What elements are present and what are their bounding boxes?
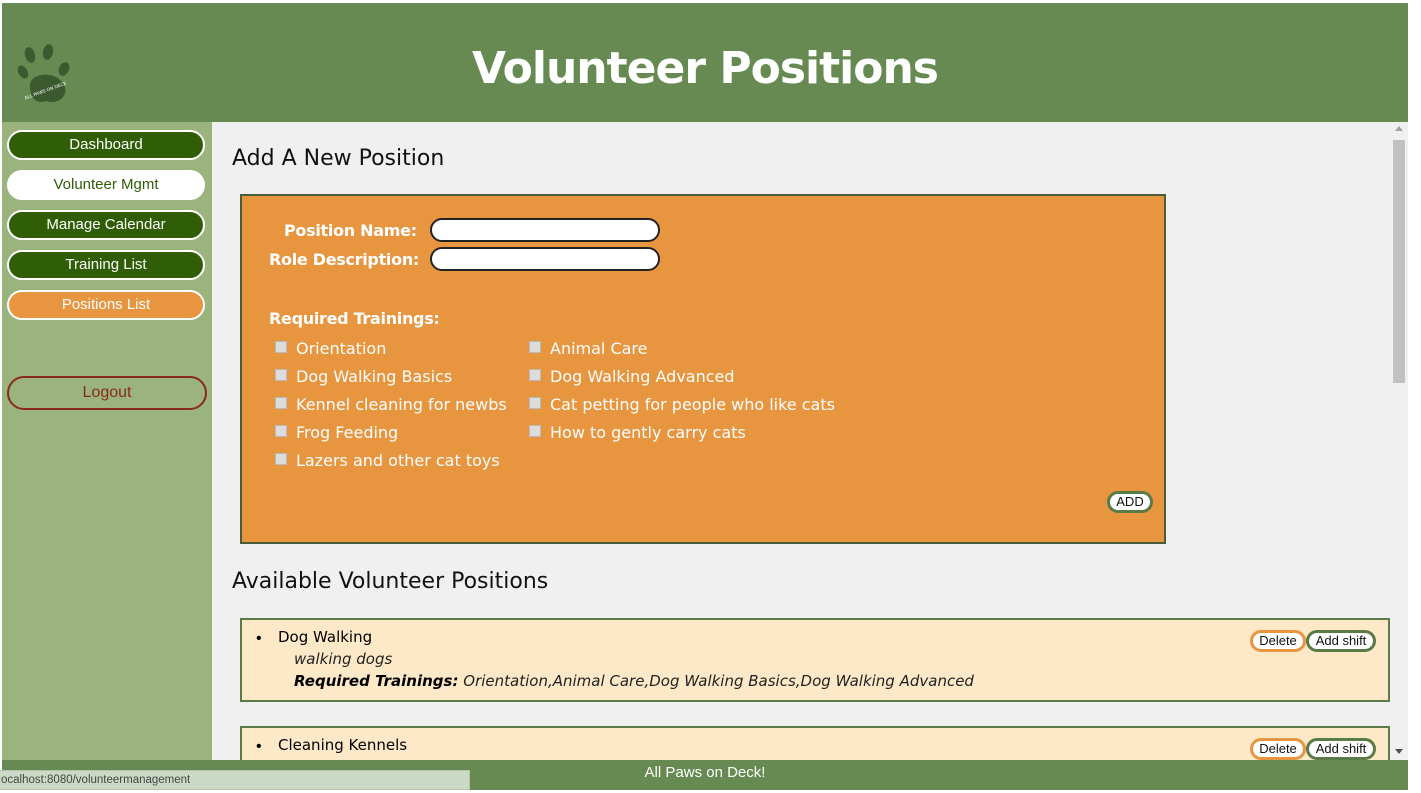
checkbox-icon[interactable]	[275, 397, 287, 409]
training-checkbox-lazers[interactable]: Lazers and other cat toys	[275, 450, 500, 472]
required-trainings-label: Required Trainings:	[294, 672, 459, 690]
training-label: Orientation	[296, 339, 387, 358]
scroll-thumb[interactable]	[1393, 140, 1405, 383]
trainings-list: Orientation,Animal Care,Dog Walking Basi…	[463, 672, 974, 690]
delete-button[interactable]: Delete	[1250, 630, 1306, 652]
position-trainings: Required Trainings: Orientation,Animal C…	[294, 672, 974, 690]
main-content: Add A New Position Position Name: Role D…	[212, 122, 1392, 760]
position-description: walking dogs	[294, 650, 393, 668]
add-shift-button[interactable]: Add shift	[1306, 738, 1376, 760]
training-checkbox-orientation[interactable]: Orientation	[275, 338, 386, 360]
vertical-scrollbar[interactable]	[1390, 122, 1408, 760]
training-label: Animal Care	[550, 339, 648, 358]
checkbox-icon[interactable]	[529, 341, 541, 353]
checkbox-icon[interactable]	[529, 369, 541, 381]
page-title: Volunteer Positions	[472, 43, 939, 94]
training-checkbox-frog-feeding[interactable]: Frog Feeding	[275, 422, 398, 444]
role-description-input[interactable]	[430, 247, 660, 271]
scroll-down-arrow-icon[interactable]	[1395, 749, 1403, 754]
checkbox-icon[interactable]	[275, 369, 287, 381]
checkbox-icon[interactable]	[275, 453, 287, 465]
add-shift-button[interactable]: Add shift	[1306, 630, 1376, 652]
logout-button[interactable]: Logout	[7, 376, 207, 410]
sidebar-item-positions-list[interactable]: Positions List	[7, 290, 205, 320]
position-name-input[interactable]	[430, 218, 660, 242]
training-label: Dog Walking Basics	[296, 367, 453, 386]
sidebar-item-dashboard[interactable]: Dashboard	[7, 130, 205, 160]
browser-status-bar: ocalhost:8080/volunteermanagement	[0, 770, 470, 790]
available-positions-title: Available Volunteer Positions	[232, 569, 549, 594]
checkbox-icon[interactable]	[529, 425, 541, 437]
training-checkbox-kennel-cleaning[interactable]: Kennel cleaning for newbs	[275, 394, 507, 416]
training-checkbox-cat-petting[interactable]: Cat petting for people who like cats	[529, 394, 835, 416]
bullet: •	[256, 738, 262, 755]
add-position-title: Add A New Position	[232, 146, 445, 171]
training-label: Kennel cleaning for newbs	[296, 395, 507, 414]
sidebar-item-training-list[interactable]: Training List	[7, 250, 205, 280]
position-name: Cleaning Kennels	[278, 736, 408, 754]
training-label: Frog Feeding	[296, 423, 399, 442]
sidebar: Dashboard Volunteer Mgmt Manage Calendar…	[2, 122, 212, 760]
position-card: • Dog Walking walking dogs Required Trai…	[240, 618, 1390, 702]
required-trainings-label: Required Trainings:	[269, 309, 440, 328]
role-description-label: Role Description:	[269, 250, 420, 269]
app-window: ALL PAWS ON DECK Volunteer Positions Das…	[2, 3, 1408, 790]
scroll-up-arrow-icon[interactable]	[1395, 126, 1403, 131]
checkbox-icon[interactable]	[275, 425, 287, 437]
training-checkbox-dog-walking-advanced[interactable]: Dog Walking Advanced	[529, 366, 735, 388]
add-position-button[interactable]: ADD	[1107, 491, 1153, 513]
page-header: ALL PAWS ON DECK Volunteer Positions	[2, 3, 1408, 122]
sidebar-item-manage-calendar[interactable]: Manage Calendar	[7, 210, 205, 240]
checkbox-icon[interactable]	[275, 341, 287, 353]
training-checkbox-dog-walking-basics[interactable]: Dog Walking Basics	[275, 366, 452, 388]
add-position-form: Position Name: Role Description: Require…	[240, 194, 1166, 544]
bullet: •	[256, 630, 262, 647]
training-label: Cat petting for people who like cats	[550, 395, 835, 414]
position-card: • Cleaning Kennels Delete Add shift	[240, 726, 1390, 760]
delete-button[interactable]: Delete	[1250, 738, 1306, 760]
training-label: Lazers and other cat toys	[296, 451, 500, 470]
training-checkbox-animal-care[interactable]: Animal Care	[529, 338, 648, 360]
training-label: How to gently carry cats	[550, 423, 746, 442]
position-name-label: Position Name:	[284, 221, 417, 240]
checkbox-icon[interactable]	[529, 397, 541, 409]
position-name: Dog Walking	[278, 628, 373, 646]
training-label: Dog Walking Advanced	[550, 367, 735, 386]
training-checkbox-carry-cats[interactable]: How to gently carry cats	[529, 422, 746, 444]
sidebar-item-volunteer-mgmt[interactable]: Volunteer Mgmt	[7, 170, 205, 200]
